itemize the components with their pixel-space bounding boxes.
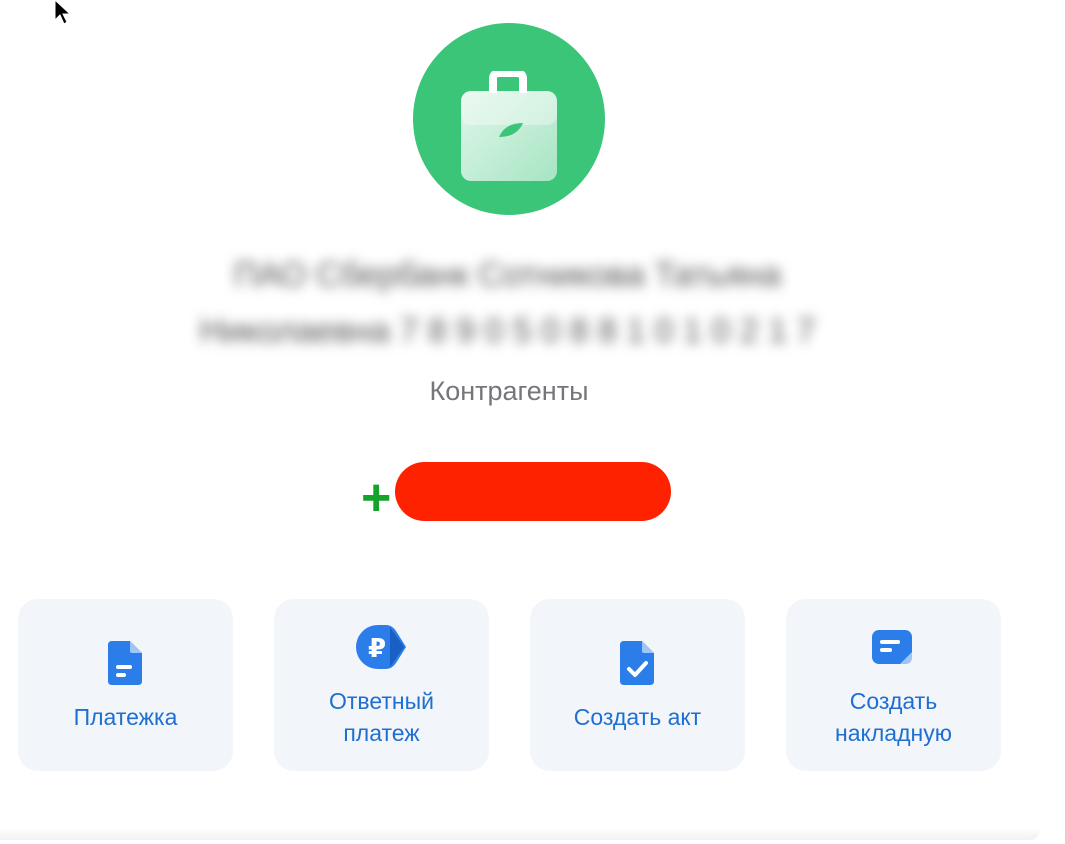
phone-number-redacted[interactable]: [395, 462, 671, 521]
action-reply-payment-label-line1: Ответный: [328, 688, 435, 714]
action-create-act-button[interactable]: Создать акт: [530, 599, 745, 771]
category-label: Контрагенты: [429, 376, 589, 406]
action-create-invoice-label-line2: накладную: [835, 720, 952, 746]
document-icon: [108, 641, 142, 685]
counterparty-avatar: [413, 23, 605, 215]
bottom-divider: [0, 828, 1040, 840]
invoice-icon: [872, 630, 912, 664]
action-create-invoice-button[interactable]: Создать накладную: [786, 599, 1001, 771]
briefcase-icon: [461, 71, 557, 181]
ruble-arrow-icon: ₽: [356, 625, 406, 669]
action-reply-payment-button[interactable]: ₽ Ответный платеж: [274, 599, 489, 771]
action-create-act-label: Создать акт: [573, 704, 702, 730]
action-reply-payment-label-line2: платеж: [343, 720, 420, 746]
action-create-invoice-label-line1: Создать: [849, 688, 938, 714]
phone-prefix-plus: +: [361, 469, 392, 527]
action-payment-label: Платежка: [73, 704, 178, 730]
action-payment-button[interactable]: Платежка: [18, 599, 233, 771]
counterparty-page: ПАО Сбербанк Сотникова Татьяна Николаевн…: [0, 0, 1065, 844]
counterparty-name-line1: ПАО Сбербанк Сотникова Татьяна: [233, 256, 782, 294]
document-check-icon: [620, 641, 654, 685]
svg-text:₽: ₽: [368, 634, 386, 664]
counterparty-name-line2: Николаевна 7 8 9 0 5 0 8 8 1 0 1 0 2 1 7: [199, 312, 816, 350]
mouse-cursor-icon: [54, 0, 72, 25]
